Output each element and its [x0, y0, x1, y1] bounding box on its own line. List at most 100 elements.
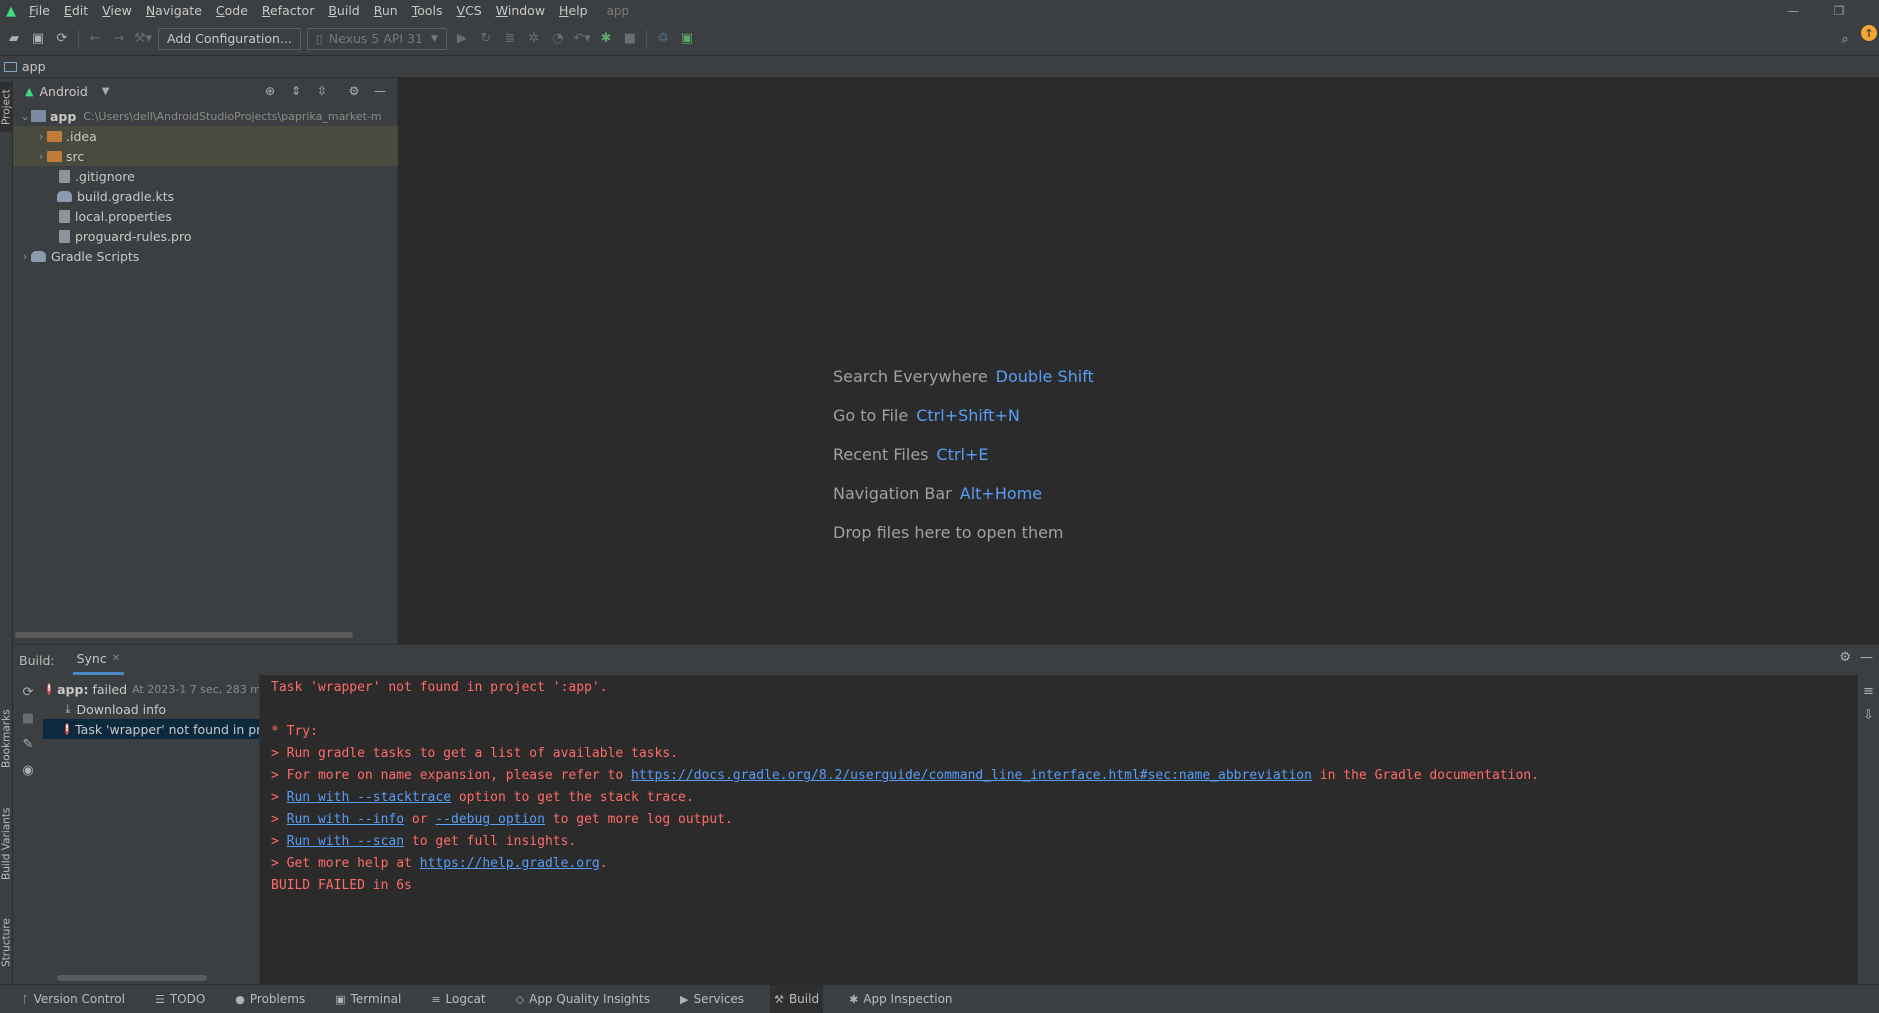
- scan-link[interactable]: Run with --scan: [287, 834, 404, 849]
- collapse-all-icon[interactable]: ⇳: [311, 81, 333, 101]
- name-abbreviation-link[interactable]: https://docs.gradle.org/8.2/userguide/co…: [631, 768, 1312, 783]
- console-line: * Try:: [271, 724, 318, 739]
- chevron-down-icon[interactable]: ▼: [102, 86, 110, 97]
- build-variants-tool-tab[interactable]: Build Variants: [0, 796, 13, 892]
- build-root-status: failed: [92, 681, 128, 697]
- tab-sync[interactable]: Sync ✕: [72, 645, 125, 675]
- menu-tools[interactable]: Tools: [405, 0, 450, 22]
- sync-icon[interactable]: ⟳: [50, 27, 74, 51]
- properties-file-icon: [59, 209, 70, 223]
- gear-icon[interactable]: ⚙: [1839, 650, 1851, 665]
- attach-debugger-android-icon[interactable]: ✱: [594, 27, 618, 51]
- menu-view[interactable]: View: [95, 0, 139, 22]
- info-link[interactable]: Run with --info: [287, 812, 404, 827]
- chevron-right-icon[interactable]: ›: [35, 150, 47, 163]
- project-view-selector[interactable]: Android: [39, 84, 87, 99]
- forward-icon[interactable]: →: [107, 27, 131, 51]
- hide-panel-icon[interactable]: —: [1860, 650, 1873, 665]
- build-error-item[interactable]: ! Task 'wrapper' not found in project ':…: [43, 719, 259, 739]
- pin-icon[interactable]: ✎: [13, 731, 43, 757]
- tree-item-build-gradle[interactable]: build.gradle.kts: [13, 186, 398, 206]
- menu-code[interactable]: Code: [209, 0, 255, 22]
- version-control-tool-button[interactable]: ᚴ Version Control: [18, 985, 129, 1013]
- expand-all-icon[interactable]: ⇕: [285, 81, 307, 101]
- app-inspection-tool-button[interactable]: ✱ App Inspection: [845, 985, 956, 1013]
- stop-icon[interactable]: ■: [13, 705, 43, 731]
- search-icon[interactable]: ⌕: [1833, 27, 1857, 51]
- services-tool-button[interactable]: ▶ Services: [676, 985, 748, 1013]
- device-selector[interactable]: ▯ Nexus 5 API 31 ▼: [306, 27, 447, 50]
- bookmarks-tool-tab[interactable]: Bookmarks: [0, 704, 13, 774]
- logcat-tool-button[interactable]: ≡ Logcat: [427, 985, 489, 1013]
- horizontal-scrollbar[interactable]: [15, 632, 353, 638]
- tree-item-idea[interactable]: › .idea: [13, 126, 398, 146]
- chevron-right-icon[interactable]: ›: [35, 130, 47, 143]
- menu-run[interactable]: Run: [367, 0, 405, 22]
- back-icon[interactable]: ←: [83, 27, 107, 51]
- profile-icon[interactable]: ◔: [546, 27, 570, 51]
- sync-gradle-icon[interactable]: ♲: [651, 27, 675, 51]
- hint-shortcut: Ctrl+Shift+N: [916, 406, 1020, 425]
- menu-refactor[interactable]: Refactor: [255, 0, 321, 22]
- tree-item-label: local.properties: [75, 208, 172, 224]
- menu-vcs[interactable]: VCS: [450, 0, 489, 22]
- locate-icon[interactable]: ⊕: [259, 81, 281, 101]
- attach-debugger-icon[interactable]: ↶▾: [570, 27, 594, 51]
- tree-item-src[interactable]: › src: [13, 146, 398, 166]
- horizontal-scrollbar[interactable]: [57, 975, 207, 981]
- android-studio-logo-icon: ▲: [6, 3, 16, 19]
- scroll-to-end-icon[interactable]: ⇩: [1858, 703, 1879, 727]
- chevron-right-icon[interactable]: ›: [19, 250, 31, 263]
- gradle-help-link[interactable]: https://help.gradle.org: [420, 856, 600, 871]
- build-tool-button[interactable]: ⚒ Build: [770, 984, 824, 1013]
- save-all-icon[interactable]: ▣: [26, 27, 50, 51]
- menu-edit[interactable]: Edit: [57, 0, 95, 22]
- file-icon: [59, 169, 70, 183]
- console-line: Task 'wrapper' not found in project ':ap…: [271, 680, 608, 695]
- tree-item-app[interactable]: ⌄ app C:\Users\dell\AndroidStudioProject…: [13, 106, 398, 126]
- stacktrace-link[interactable]: Run with --stacktrace: [287, 790, 451, 805]
- menu-window[interactable]: Window: [489, 0, 552, 22]
- todo-tool-button[interactable]: ☰ TODO: [151, 985, 209, 1013]
- eye-icon[interactable]: ◉: [13, 757, 43, 783]
- chevron-down-icon[interactable]: ⌄: [19, 110, 31, 123]
- tree-item-gradle-scripts[interactable]: › Gradle Scripts: [13, 246, 398, 266]
- hint-navigation-bar: Navigation Bar Alt+Home: [833, 484, 1042, 503]
- tree-item-local-properties[interactable]: local.properties: [13, 206, 398, 226]
- run-icon[interactable]: ▶: [450, 27, 474, 51]
- debug-option-link[interactable]: --debug option: [435, 812, 545, 827]
- minimize-button[interactable]: —: [1770, 0, 1816, 22]
- open-folder-icon[interactable]: ▰: [2, 27, 26, 51]
- build-root-item[interactable]: ! app: failed At 2023-1 7 sec, 283 ms: [43, 679, 259, 699]
- tree-item-proguard[interactable]: proguard-rules.pro: [13, 226, 398, 246]
- breadcrumb-app[interactable]: app: [22, 59, 46, 74]
- device-manager-icon[interactable]: ▣: [675, 27, 699, 51]
- soft-wrap-icon[interactable]: ≡: [1858, 679, 1879, 703]
- project-tool-tab[interactable]: Project: [0, 82, 13, 132]
- build-download-info-item[interactable]: ⤓ Download info: [43, 699, 259, 719]
- restore-button[interactable]: ❐: [1816, 0, 1862, 22]
- tree-item-gitignore[interactable]: .gitignore: [13, 166, 398, 186]
- apply-changes-icon[interactable]: ↻: [474, 27, 498, 51]
- add-configuration-button[interactable]: Add Configuration...: [158, 27, 301, 50]
- hide-panel-icon[interactable]: —: [369, 81, 391, 101]
- debug-icon[interactable]: ✲: [522, 27, 546, 51]
- console-line: > Run with --scan to get full insights.: [271, 834, 577, 849]
- stop-icon[interactable]: ■: [618, 27, 642, 51]
- app-quality-insights-tool-button[interactable]: ◇ App Quality Insights: [512, 985, 654, 1013]
- build-hammer-icon[interactable]: ⚒▾: [131, 27, 155, 51]
- menu-build[interactable]: Build: [321, 0, 366, 22]
- console-text: to get more log output.: [544, 812, 733, 827]
- sync-icon[interactable]: ⟳: [13, 679, 43, 705]
- menu-help[interactable]: Help: [552, 0, 595, 22]
- apply-code-changes-icon[interactable]: ≣: [498, 27, 522, 51]
- terminal-tool-button[interactable]: ▣ Terminal: [331, 985, 405, 1013]
- update-notification-icon[interactable]: ↑: [1861, 25, 1877, 41]
- menu-navigate[interactable]: Navigate: [139, 0, 209, 22]
- menu-file[interactable]: File: [22, 0, 57, 22]
- problems-tool-button[interactable]: ● Problems: [231, 985, 309, 1013]
- structure-tool-tab[interactable]: Structure: [0, 908, 13, 978]
- insights-icon: ◇: [515, 992, 525, 1006]
- gear-icon[interactable]: ⚙: [343, 81, 365, 101]
- close-icon[interactable]: ✕: [112, 653, 120, 664]
